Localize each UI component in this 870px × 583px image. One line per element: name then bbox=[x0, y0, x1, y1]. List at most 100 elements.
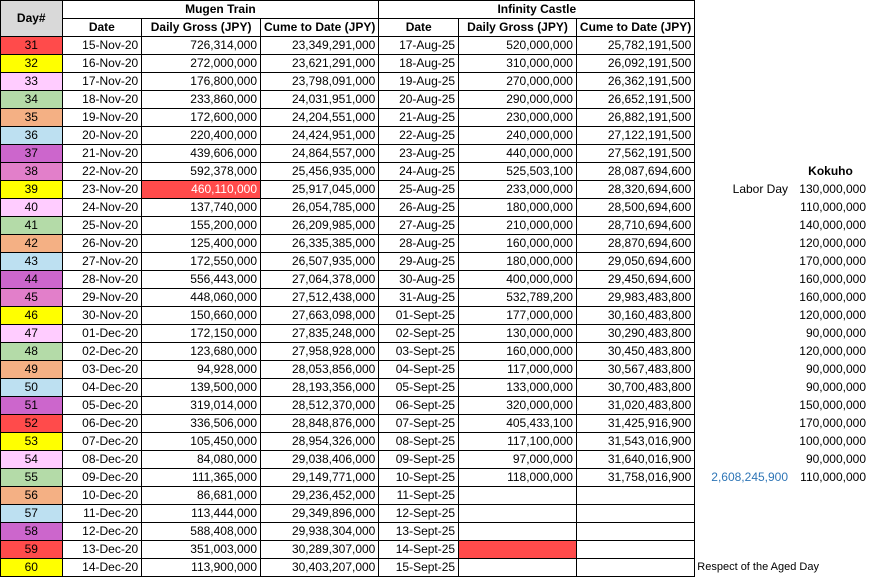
mugen-cume-cell[interactable]: 24,204,551,000 bbox=[259, 108, 380, 127]
mugen-cume-cell[interactable]: 27,512,438,000 bbox=[259, 288, 380, 307]
note-cell[interactable] bbox=[695, 361, 792, 379]
mugen-cume-cell[interactable]: 27,835,248,000 bbox=[259, 324, 380, 343]
kokuho-cell[interactable]: 90,000,000 bbox=[792, 361, 870, 379]
infinity-date-cell[interactable]: 07-Sept-25 bbox=[378, 414, 460, 433]
infinity-date-cell[interactable]: 09-Sept-25 bbox=[378, 450, 460, 469]
note-cell[interactable] bbox=[695, 37, 792, 55]
mugen-date-cell[interactable]: 15-Nov-20 bbox=[61, 36, 143, 55]
day-number-header[interactable]: Day# bbox=[0, 0, 63, 37]
mugen-daily-gross-cell[interactable]: 172,150,000 bbox=[141, 324, 261, 343]
mugen-date-cell[interactable]: 14-Dec-20 bbox=[61, 558, 143, 577]
infinity-date-cell[interactable]: 23-Aug-25 bbox=[378, 144, 460, 163]
infinity-cume-cell[interactable] bbox=[575, 558, 696, 577]
infinity-daily-gross-cell[interactable]: 240,000,000 bbox=[458, 126, 577, 145]
day-number-cell[interactable]: 55 bbox=[0, 468, 63, 487]
mugen-cume-cell[interactable]: 28,512,370,000 bbox=[259, 396, 380, 415]
infinity-cume-cell[interactable]: 30,290,483,800 bbox=[575, 324, 696, 343]
mugen-cume-cell[interactable]: 27,064,378,000 bbox=[259, 270, 380, 289]
mugen-daily-gross-header[interactable]: Daily Gross (JPY) bbox=[141, 18, 261, 37]
infinity-daily-gross-cell[interactable]: 117,100,000 bbox=[458, 432, 577, 451]
infinity-daily-gross-cell[interactable]: 210,000,000 bbox=[458, 216, 577, 235]
mugen-date-cell[interactable]: 19-Nov-20 bbox=[61, 108, 143, 127]
mugen-date-cell[interactable]: 04-Dec-20 bbox=[61, 378, 143, 397]
mugen-date-cell[interactable]: 28-Nov-20 bbox=[61, 270, 143, 289]
kokuho-cell[interactable]: 90,000,000 bbox=[792, 451, 870, 469]
mugen-cume-cell[interactable]: 26,054,785,000 bbox=[259, 198, 380, 217]
note-cell[interactable] bbox=[695, 199, 792, 217]
mugen-cume-cell[interactable]: 30,289,307,000 bbox=[259, 540, 380, 559]
day-number-cell[interactable]: 43 bbox=[0, 252, 63, 271]
infinity-daily-gross-cell[interactable] bbox=[458, 522, 577, 541]
infinity-cume-cell[interactable]: 28,500,694,600 bbox=[575, 198, 696, 217]
mugen-cume-cell[interactable]: 23,349,291,000 bbox=[259, 36, 380, 55]
infinity-date-cell[interactable]: 19-Aug-25 bbox=[378, 72, 460, 91]
mugen-cume-cell[interactable]: 26,209,985,000 bbox=[259, 216, 380, 235]
kokuho-cell[interactable]: 110,000,000 bbox=[792, 199, 870, 217]
mugen-daily-gross-cell[interactable]: 125,400,000 bbox=[141, 234, 261, 253]
kokuho-cell[interactable]: 120,000,000 bbox=[792, 307, 870, 325]
mugen-date-cell[interactable]: 12-Dec-20 bbox=[61, 522, 143, 541]
infinity-cume-header[interactable]: Cume to Date (JPY) bbox=[575, 18, 696, 37]
day-number-cell[interactable]: 34 bbox=[0, 90, 63, 109]
day-number-cell[interactable]: 44 bbox=[0, 270, 63, 289]
infinity-daily-gross-cell[interactable]: 177,000,000 bbox=[458, 306, 577, 325]
day-number-cell[interactable]: 33 bbox=[0, 72, 63, 91]
infinity-daily-gross-cell[interactable]: 230,000,000 bbox=[458, 108, 577, 127]
note-cell[interactable] bbox=[695, 55, 792, 73]
infinity-cume-cell[interactable] bbox=[575, 504, 696, 523]
mugen-date-cell[interactable]: 05-Dec-20 bbox=[61, 396, 143, 415]
mugen-date-cell[interactable]: 26-Nov-20 bbox=[61, 234, 143, 253]
note-cell[interactable] bbox=[695, 307, 792, 325]
infinity-daily-gross-cell[interactable]: 520,000,000 bbox=[458, 36, 577, 55]
infinity-date-cell[interactable]: 04-Sept-25 bbox=[378, 360, 460, 379]
mugen-date-cell[interactable]: 01-Dec-20 bbox=[61, 324, 143, 343]
infinity-daily-gross-cell[interactable]: 180,000,000 bbox=[458, 252, 577, 271]
infinity-cume-cell[interactable]: 30,700,483,800 bbox=[575, 378, 696, 397]
day-number-cell[interactable]: 59 bbox=[0, 540, 63, 559]
mugen-date-cell[interactable]: 08-Dec-20 bbox=[61, 450, 143, 469]
infinity-cume-cell[interactable]: 27,122,191,500 bbox=[575, 126, 696, 145]
mugen-cume-cell[interactable]: 29,236,452,000 bbox=[259, 486, 380, 505]
mugen-date-cell[interactable]: 27-Nov-20 bbox=[61, 252, 143, 271]
note-cell[interactable] bbox=[695, 91, 792, 109]
mugen-date-cell[interactable]: 18-Nov-20 bbox=[61, 90, 143, 109]
kokuho-cell[interactable] bbox=[792, 109, 870, 127]
mugen-cume-cell[interactable]: 28,193,356,000 bbox=[259, 378, 380, 397]
mugen-daily-gross-cell[interactable]: 233,860,000 bbox=[141, 90, 261, 109]
note-cell[interactable] bbox=[695, 379, 792, 397]
infinity-cume-cell[interactable]: 26,652,191,500 bbox=[575, 90, 696, 109]
mugen-date-header[interactable]: Date bbox=[61, 18, 143, 37]
infinity-cume-cell[interactable]: 30,450,483,800 bbox=[575, 342, 696, 361]
mugen-cume-cell[interactable]: 28,053,856,000 bbox=[259, 360, 380, 379]
mugen-cume-cell[interactable]: 29,938,304,000 bbox=[259, 522, 380, 541]
infinity-cume-cell[interactable]: 26,362,191,500 bbox=[575, 72, 696, 91]
mugen-daily-gross-cell[interactable]: 726,314,000 bbox=[141, 36, 261, 55]
mugen-daily-gross-cell[interactable]: 139,500,000 bbox=[141, 378, 261, 397]
note-cell[interactable] bbox=[695, 451, 792, 469]
infinity-daily-gross-cell[interactable]: 118,000,000 bbox=[458, 468, 577, 487]
mugen-date-cell[interactable]: 22-Nov-20 bbox=[61, 162, 143, 181]
day-number-cell[interactable]: 41 bbox=[0, 216, 63, 235]
infinity-cume-cell[interactable]: 26,882,191,500 bbox=[575, 108, 696, 127]
infinity-date-cell[interactable]: 17-Aug-25 bbox=[378, 36, 460, 55]
infinity-cume-cell[interactable]: 28,870,694,600 bbox=[575, 234, 696, 253]
mugen-daily-gross-cell[interactable]: 272,000,000 bbox=[141, 54, 261, 73]
infinity-cume-cell[interactable]: 31,640,016,900 bbox=[575, 450, 696, 469]
infinity-cume-cell[interactable] bbox=[575, 486, 696, 505]
kokuho-cell[interactable] bbox=[792, 55, 870, 73]
mugen-daily-gross-cell[interactable]: 351,003,000 bbox=[141, 540, 261, 559]
infinity-cume-cell[interactable]: 28,320,694,600 bbox=[575, 180, 696, 199]
infinity-cume-cell[interactable]: 29,983,483,800 bbox=[575, 288, 696, 307]
mugen-daily-gross-cell[interactable]: 113,900,000 bbox=[141, 558, 261, 577]
infinity-cume-cell[interactable]: 25,782,191,500 bbox=[575, 36, 696, 55]
mugen-date-cell[interactable]: 21-Nov-20 bbox=[61, 144, 143, 163]
note-cell[interactable] bbox=[695, 145, 792, 163]
mugen-cume-cell[interactable]: 24,031,951,000 bbox=[259, 90, 380, 109]
kokuho-cell[interactable]: 90,000,000 bbox=[792, 379, 870, 397]
day-number-cell[interactable]: 58 bbox=[0, 522, 63, 541]
infinity-date-cell[interactable]: 20-Aug-25 bbox=[378, 90, 460, 109]
infinity-date-cell[interactable]: 01-Sept-25 bbox=[378, 306, 460, 325]
day-number-cell[interactable]: 35 bbox=[0, 108, 63, 127]
kokuho-cell[interactable]: 170,000,000 bbox=[792, 253, 870, 271]
note-cell[interactable] bbox=[695, 541, 792, 559]
